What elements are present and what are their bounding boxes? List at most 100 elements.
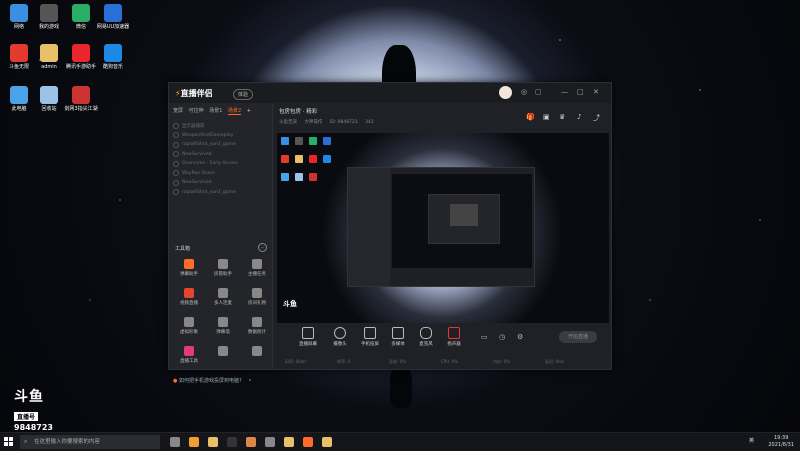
eye-icon[interactable] (173, 151, 179, 158)
taskbar-app-icon[interactable] (170, 437, 180, 447)
desktop-icon-label: 酷狗音乐 (102, 64, 123, 70)
taskbar-app-icon[interactable] (208, 437, 218, 447)
app-title: 直播伴侣 (180, 89, 213, 98)
toolbox-item[interactable]: 数据统计 (241, 317, 273, 335)
taskbar-app-icon[interactable] (227, 437, 237, 447)
speaker-button[interactable]: 扬声器 (439, 327, 469, 347)
share-link-icon[interactable]: ⤴ (593, 113, 600, 123)
toolbox-item[interactable]: 房管助手 (207, 259, 239, 277)
gift-icon[interactable]: 🎁 (526, 113, 535, 121)
input-language[interactable]: 英 (749, 438, 754, 445)
desktop-icon-label: 腾讯手游助手 (65, 64, 96, 70)
taskbar-app-icon[interactable] (246, 437, 256, 447)
settings-gear-icon[interactable]: ⚙ (517, 333, 523, 341)
live-preview-canvas[interactable]: 斗鱼 (277, 133, 609, 323)
status-latency: 延迟: 0ms (545, 359, 565, 364)
tool-icon (252, 259, 262, 269)
eye-icon[interactable] (173, 179, 179, 186)
desktop-icon[interactable]: 回收站 (32, 86, 66, 112)
microphone-button[interactable]: 麦克风 (411, 327, 441, 347)
scene-source-item[interactable]: WayRon Overs (173, 169, 268, 179)
eye-icon[interactable] (173, 170, 179, 177)
preview-nested-window-inner (450, 204, 478, 226)
toolbox-item[interactable]: 房间礼物 (241, 288, 273, 306)
scene-source-item[interactable]: NewSurvived (173, 178, 268, 188)
desktop-icon[interactable]: 网络 (2, 4, 36, 30)
rank-icon[interactable]: ♛ (559, 113, 565, 121)
add-tab-button[interactable]: + (247, 108, 251, 114)
desktop-icon[interactable]: admin (32, 44, 66, 70)
toolbox-item[interactable]: 多人连麦 (207, 288, 239, 306)
tool-icon (184, 288, 194, 298)
taskbar-app-icon[interactable] (322, 437, 332, 447)
scene-source-label: raptaRShot_van1_game (182, 142, 236, 148)
toolbox-item[interactable]: 弹幕助手 (173, 259, 205, 277)
scene-source-item[interactable]: raptaRShot_van1_game (173, 188, 268, 198)
toolbox-item[interactable]: 虚拟形象 (173, 317, 205, 335)
taskbar-app-icon[interactable] (265, 437, 275, 447)
eye-icon[interactable] (173, 141, 179, 148)
camera-button[interactable]: 摄像头 (325, 327, 355, 347)
toolbox-item[interactable] (241, 346, 273, 358)
share-icon[interactable]: ▣ (543, 113, 550, 121)
avatar[interactable] (499, 86, 512, 99)
room-title[interactable]: 包房包房 · 精彩 (279, 107, 317, 115)
tab-scene-1[interactable]: 场景1 (209, 108, 222, 114)
toolbox-item[interactable]: 主播任务 (241, 259, 273, 277)
taskbar-app-icon[interactable] (189, 437, 199, 447)
minimize-button[interactable]: — (561, 88, 568, 96)
room-tag[interactable]: 大神操作 (304, 120, 322, 125)
toolbox-item[interactable]: 弹幕墙 (207, 317, 239, 335)
phone-icon (364, 327, 376, 339)
windows-start-button[interactable] (4, 437, 14, 447)
eye-icon[interactable] (173, 189, 179, 196)
tab-stretch[interactable]: 可拉伸 (189, 108, 204, 114)
toolbox-item-label: 弹幕助手 (180, 272, 198, 277)
media-button[interactable]: 多媒体 (383, 327, 413, 347)
feedback-icon[interactable]: ▢ (535, 88, 542, 96)
desktop-icon[interactable]: 斗鱼无限 (2, 44, 36, 70)
eye-icon[interactable] (173, 122, 179, 129)
app-titlebar[interactable]: ⚡直播伴侣 体验 ◎ ▢ — □ ✕ (169, 83, 611, 103)
close-button[interactable]: ✕ (593, 88, 599, 96)
help-tip-link[interactable]: ● 如何把手机游戏投屏到电脑? (173, 377, 242, 384)
screen-capture-button[interactable]: 直播屏幕 (293, 327, 323, 347)
desktop-icon[interactable]: 腾讯手游助手 (64, 44, 98, 70)
phone-cast-button[interactable]: 手机投屏 (355, 327, 385, 347)
taskbar-app-icon[interactable] (284, 437, 294, 447)
desktop-icon[interactable]: 剑网3指尖江湖 (64, 86, 98, 112)
room-category[interactable]: 斗鱼无双 (279, 120, 297, 125)
tab-widescreen[interactable]: 宽屏 (173, 108, 183, 114)
scene-source-item[interactable]: Overcome - Early Access (173, 159, 268, 169)
desktop-icon[interactable]: 此电脑 (2, 86, 36, 112)
toolbox-item-label: 多人连麦 (214, 301, 232, 306)
system-tray-clock[interactable]: 英 19:39 2021/8/31 (749, 435, 794, 449)
scene-source-item[interactable]: raptaRShot_van1_game (173, 140, 268, 150)
timer-icon[interactable]: ◷ (499, 333, 505, 341)
taskbar-search-input[interactable]: ⌕ 在这里输入你要搜索的内容 (20, 435, 160, 449)
app-icon (10, 44, 28, 62)
toolbox-more-button[interactable]: ··· (258, 243, 267, 252)
maximize-button[interactable]: □ (577, 88, 584, 96)
app-icon (40, 86, 58, 104)
eye-icon[interactable] (173, 160, 179, 167)
app-icon (72, 86, 90, 104)
scene-source-item[interactable]: NewSurvived (173, 150, 268, 160)
desktop-icon[interactable]: 酷狗音乐 (96, 44, 130, 70)
toolbox-header: 工具箱 (175, 246, 191, 252)
scene-source-item[interactable]: 显示器捕获 (173, 121, 268, 131)
eye-icon[interactable] (173, 132, 179, 139)
start-live-button[interactable]: 开始直播 (559, 331, 597, 343)
desktop-icon[interactable]: 网易UU加速器 (96, 4, 130, 30)
toolbox-item[interactable]: 直播工具 (173, 346, 205, 364)
skin-icon[interactable]: ◎ (521, 88, 527, 96)
taskbar-app-icon[interactable] (303, 437, 313, 447)
toolbox-item[interactable]: 视频直播 (173, 288, 205, 306)
toolbox-item[interactable] (207, 346, 239, 358)
scene-source-item[interactable]: WeaponShotGameplay (173, 131, 268, 141)
desktop-icon[interactable]: 我的游戏 (32, 4, 66, 30)
bell-icon[interactable]: ♪ (577, 113, 581, 121)
record-icon[interactable]: ▭ (481, 333, 488, 341)
desktop-icon[interactable]: 微信 (64, 4, 98, 30)
tab-scene-2[interactable]: 场景2 (228, 108, 242, 115)
